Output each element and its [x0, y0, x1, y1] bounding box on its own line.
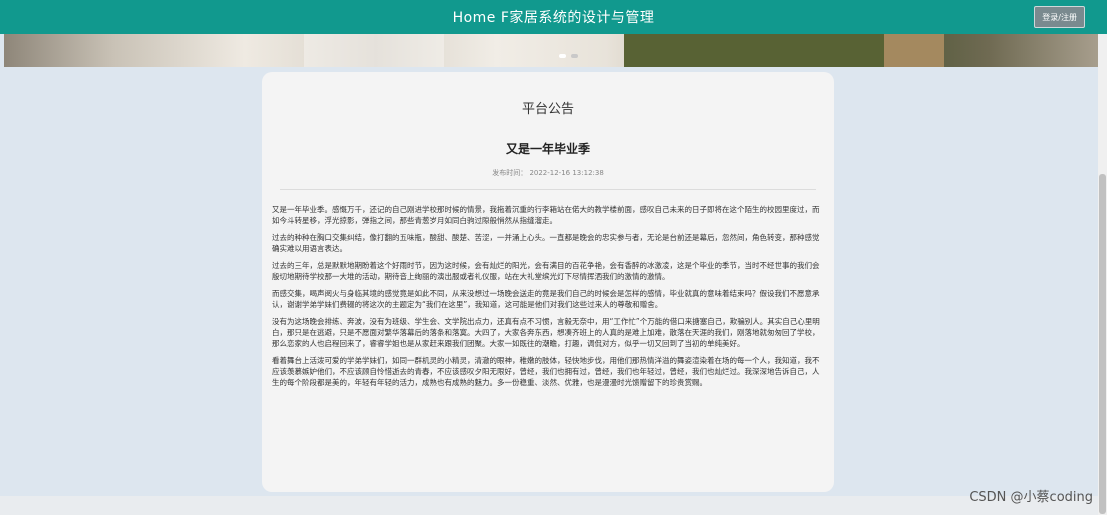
content-paragraph: 过去的种种在胸口交集纠结，像打翻的五味瓶，酸甜、酸楚、苦涩，一并涌上心头。一直都…: [272, 233, 820, 253]
content-paragraph: 没有为这场晚会排练、奔波，没有为班级、学生会、文学院出点力，还真有点不习惯，言毅…: [272, 317, 820, 348]
publish-meta: 发布时间： 2022-12-16 13:12:38: [262, 168, 834, 178]
banner-image: [4, 34, 1098, 67]
page-scrollbar[interactable]: [1098, 34, 1107, 515]
carousel-indicator[interactable]: [571, 54, 578, 58]
notice-title: 又是一年毕业季: [505, 142, 590, 156]
divider: [280, 189, 816, 190]
top-navbar: Home F家居系统的设计与管理 登录/注册: [0, 0, 1107, 34]
watermark: CSDN @小蔡coding: [969, 490, 1093, 505]
publish-time: 2022-12-16 13:12:38: [529, 169, 604, 177]
notice-content: 又是一年毕业季。感慨万千，还记的自己刚进学校那时候的情景，我拖着沉重的行李箱站在…: [272, 204, 826, 394]
scrollbar-thumb[interactable]: [1099, 174, 1106, 514]
login-register-button[interactable]: 登录/注册: [1034, 6, 1085, 28]
page-footer-strip: [0, 496, 1098, 515]
content-paragraph: 看着舞台上活泼可爱的学弟学妹们，如同一群机灵的小精灵，清澈的眼神，稚嫩的肢体，轻…: [272, 356, 820, 387]
notice-card: 平台公告 又是一年毕业季 发布时间： 2022-12-16 13:12:38 又…: [262, 72, 834, 492]
content-paragraph: 又是一年毕业季。感慨万千，还记的自己刚进学校那时候的情景，我拖着沉重的行李箱站在…: [272, 205, 820, 225]
content-paragraph: 过去的三年，总是默默地期盼着这个好雨时节，因为这时候，会有灿烂的阳光，会有满目的…: [272, 261, 820, 281]
content-paragraph: 而感交集，喝声阅火与身临其境的感觉竟是如此不同，从来没想过一场晚会送走的竟是我们…: [272, 289, 820, 309]
publish-label: 发布时间：: [492, 169, 528, 177]
section-title: 平台公告: [521, 102, 574, 117]
carousel-indicator-active[interactable]: [559, 54, 566, 58]
site-title: Home F家居系统的设计与管理: [452, 10, 655, 26]
